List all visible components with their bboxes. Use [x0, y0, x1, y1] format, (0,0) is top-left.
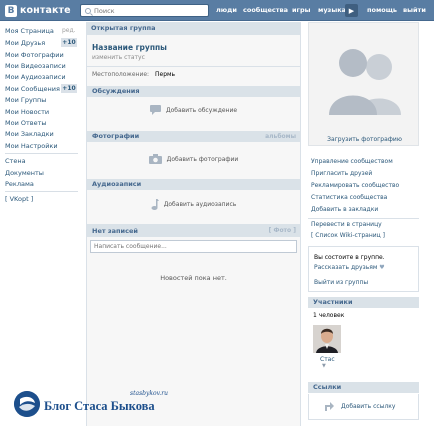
divider — [308, 218, 419, 219]
links-header: Ссылки — [308, 382, 419, 393]
blog-watermark: stasbykov.ru Блог Стаса Быкова — [14, 390, 179, 420]
photos-header[interactable]: Фотографии альбомы — [87, 131, 300, 142]
search-box[interactable] — [80, 4, 209, 17]
discussion-icon — [149, 105, 161, 115]
play-icon[interactable]: ▶ — [345, 4, 358, 17]
wall-post-input[interactable] — [90, 240, 297, 253]
manage-community-link[interactable]: Управление сообществом — [311, 158, 393, 165]
member-name[interactable]: Стас — [320, 356, 335, 363]
location-label: Местоположение: — [92, 71, 150, 78]
nav-logout[interactable]: выйти — [403, 6, 426, 14]
wall-empty-text: Новостей пока нет. — [160, 274, 227, 282]
audio-title: Аудиозаписи — [92, 180, 142, 188]
tell-friends-label: Рассказать друзьям — [314, 264, 378, 271]
add-bookmark-link[interactable]: Добавить в закладки — [311, 206, 378, 213]
discussions-title: Обсуждения — [92, 87, 140, 95]
menu-my-page[interactable]: Моя Страница — [5, 27, 54, 35]
advertise-community-link[interactable]: Рекламировать сообщество — [311, 182, 399, 189]
menu-friends[interactable]: Мои Друзья — [5, 39, 45, 47]
menu-wall[interactable]: Стена — [5, 157, 26, 165]
group-name: Название группы — [92, 43, 167, 52]
group-avatar-placeholder-icon — [329, 49, 401, 115]
nav-people[interactable]: люди — [216, 6, 237, 14]
menu-audio[interactable]: Мои Аудиозаписи — [5, 73, 66, 81]
heart-icon: ♥ — [379, 264, 385, 271]
menu-vkopt[interactable]: [ VKopt ] — [5, 195, 33, 203]
nav-music[interactable]: музыка — [318, 6, 346, 14]
membership-box: Вы состоите в группе. Рассказать друзьям… — [308, 246, 419, 292]
wall-header: Нет записей [ Фото ] — [87, 224, 300, 237]
community-stats-link[interactable]: Статистика сообщества — [311, 194, 387, 201]
edit-menu-link[interactable]: ред. — [62, 27, 76, 34]
tell-friends-link[interactable]: Рассказать друзьям ♥ — [314, 264, 385, 271]
search-icon — [85, 7, 91, 14]
friends-badge[interactable]: +10 — [61, 38, 77, 47]
discussions-header[interactable]: Обсуждения — [87, 86, 300, 97]
messages-badge[interactable]: +10 — [61, 84, 77, 93]
menu-videos[interactable]: Мои Видеозаписи — [5, 62, 66, 70]
chevron-down-icon[interactable]: ▼ — [322, 363, 326, 369]
menu-photos[interactable]: Мои Фотографии — [5, 51, 64, 59]
members-count[interactable]: 1 человек — [313, 312, 344, 319]
nav-communities[interactable]: сообщества — [243, 6, 288, 14]
add-discussion-label: Добавить обсуждение — [165, 106, 238, 114]
logo[interactable]: B контакте — [5, 4, 71, 17]
audio-header[interactable]: Аудиозаписи — [87, 179, 300, 190]
nav-help[interactable]: помощь — [367, 6, 397, 14]
add-audio[interactable]: Добавить аудиозапись — [87, 196, 300, 212]
group-photo[interactable]: Загрузить фотографию — [308, 22, 419, 146]
logo-text: контакте — [20, 5, 71, 16]
wall-title: Нет записей — [92, 227, 138, 235]
menu-answers[interactable]: Мои Ответы — [5, 119, 47, 127]
blog-logo-icon — [14, 391, 40, 417]
group-status[interactable]: изменить статус — [92, 54, 145, 61]
location-value[interactable]: Пермь — [155, 71, 175, 78]
music-note-icon — [151, 198, 159, 210]
nav-games[interactable]: игры — [292, 6, 310, 14]
albums-link[interactable]: альбомы — [265, 131, 296, 142]
menu-ads[interactable]: Реклама — [5, 180, 34, 188]
membership-status: Вы состоите в группе. — [314, 254, 385, 261]
member-avatar[interactable] — [313, 325, 341, 353]
logo-mark: B — [5, 4, 17, 17]
breadcrumb: Открытая группа — [87, 22, 300, 35]
blog-site: stasbykov.ru — [130, 390, 168, 397]
camera-icon — [148, 154, 162, 164]
menu-groups[interactable]: Мои Группы — [5, 96, 46, 104]
wall-photo-link[interactable]: [ Фото ] — [269, 227, 296, 234]
add-audio-label: Добавить аудиозапись — [163, 200, 237, 208]
add-photos-label: Добавить фотографии — [166, 155, 239, 163]
menu-messages[interactable]: Мои Сообщения — [5, 85, 60, 93]
link-arrow-icon — [325, 402, 334, 411]
member-photo — [313, 325, 341, 353]
menu-documents[interactable]: Документы — [5, 169, 44, 177]
blog-name: Блог Стаса Быкова — [44, 399, 155, 413]
top-bar: B контакте люди сообщества игры музыка ▶… — [0, 0, 434, 21]
upload-photo-link[interactable]: Загрузить фотографию — [309, 136, 420, 143]
add-photos[interactable]: Добавить фотографии — [87, 151, 300, 167]
menu-divider — [5, 153, 78, 154]
members-header[interactable]: Участники — [308, 297, 419, 308]
convert-to-page-link[interactable]: Перевести в страницу — [311, 221, 382, 228]
wiki-pages-link[interactable]: [ Список Wiki-страниц ] — [311, 232, 385, 239]
divider — [87, 66, 300, 67]
group-main: Открытая группа Название группы изменить… — [86, 22, 301, 426]
add-discussion[interactable]: Добавить обсуждение — [87, 102, 300, 118]
leave-group-link[interactable]: Выйти из группы — [314, 279, 368, 286]
add-link-box[interactable]: Добавить ссылку — [308, 394, 419, 420]
menu-bookmarks[interactable]: Мои Закладки — [5, 130, 54, 138]
add-link-label: Добавить ссылку — [341, 403, 396, 410]
menu-news[interactable]: Мои Новости — [5, 108, 49, 116]
menu-divider — [5, 191, 78, 192]
menu-settings[interactable]: Мои Настройки — [5, 142, 58, 150]
search-input[interactable] — [94, 6, 194, 15]
photos-title: Фотографии — [92, 132, 140, 140]
invite-friends-link[interactable]: Пригласить друзей — [311, 170, 372, 177]
